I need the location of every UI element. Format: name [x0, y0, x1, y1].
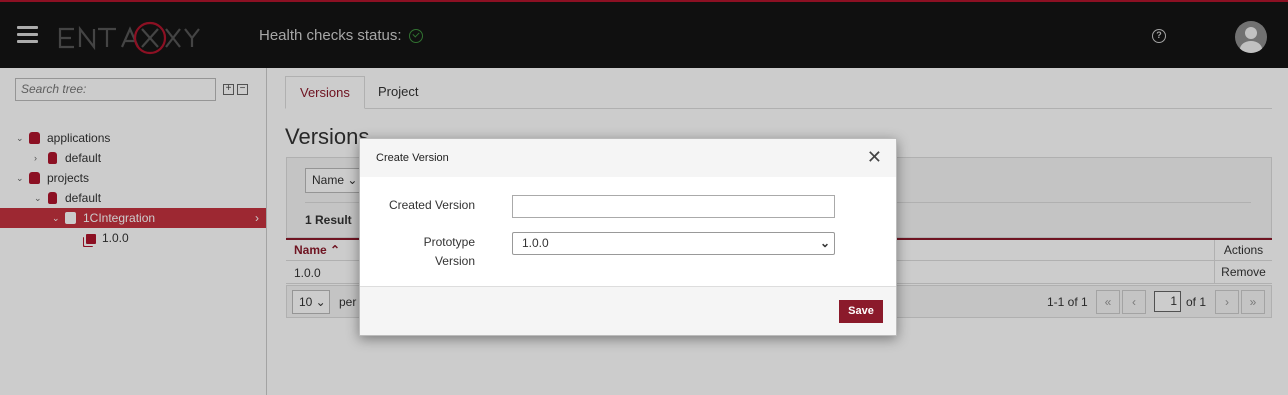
create-version-dialog: Create Version ✕ Created Version Prototy…: [359, 138, 897, 336]
close-icon[interactable]: ✕: [867, 148, 882, 166]
prototype-version-select[interactable]: 1.0.0 ⌄: [512, 232, 835, 255]
dialog-footer: Save: [360, 286, 896, 335]
chevron-down-icon: ⌄: [819, 236, 830, 250]
created-version-label: Created Version: [388, 198, 475, 212]
save-button[interactable]: Save: [839, 300, 883, 323]
selected-value: 1.0.0: [522, 236, 549, 250]
prototype-label-line: Version: [434, 254, 475, 268]
dialog-title: Create Version: [376, 152, 449, 164]
prototype-label-line: Prototype: [423, 235, 475, 249]
prototype-version-label: Prototype Version: [424, 233, 475, 271]
created-version-input[interactable]: [512, 195, 835, 218]
dialog-header: Create Version ✕: [360, 139, 896, 177]
